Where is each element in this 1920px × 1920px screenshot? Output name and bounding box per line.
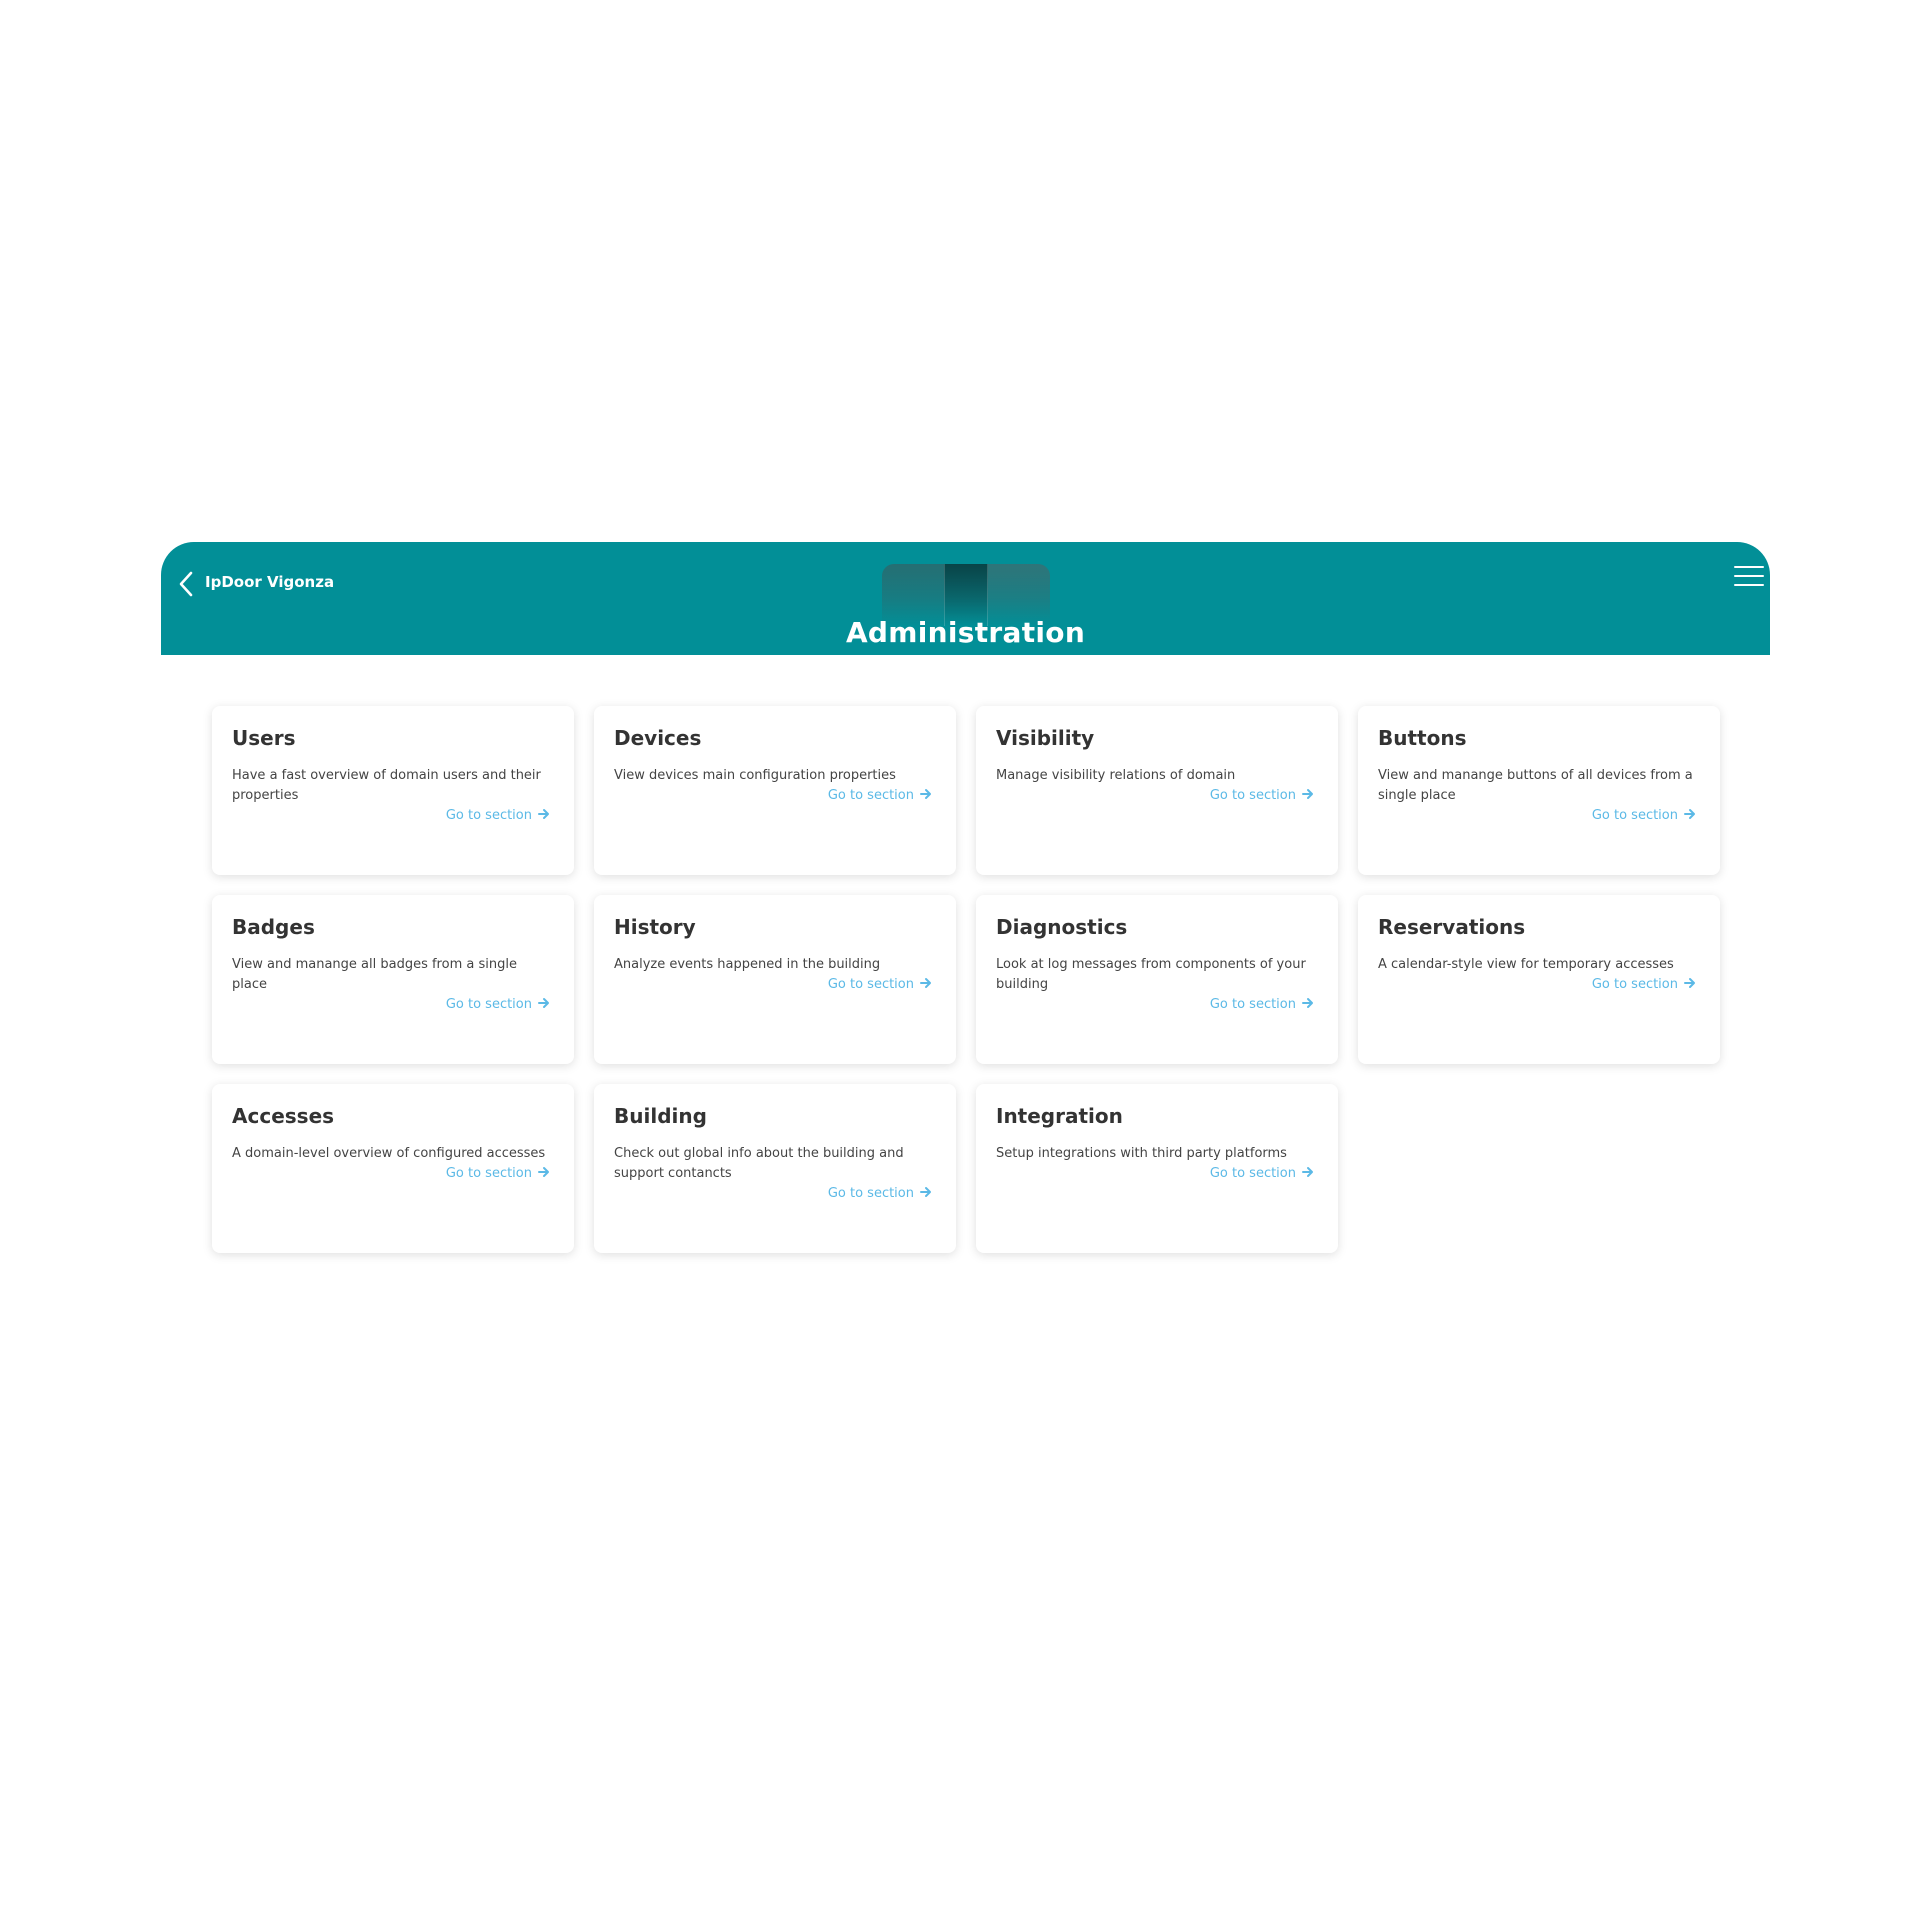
section-card-devices[interactable]: Devices View devices main configuration … [594,706,956,875]
card-description: Check out global info about the building… [614,1146,904,1181]
section-card-users[interactable]: Users Have a fast overview of domain use… [212,706,574,875]
go-to-section-link[interactable]: Go to section [232,1164,554,1184]
arrow-right-icon [538,998,549,1008]
go-to-section-link[interactable]: Go to section [232,995,554,1015]
section-card-history[interactable]: History Analyze events happened in the b… [594,895,956,1064]
card-description: View and manange all badges from a singl… [232,957,517,992]
card-title: Users [232,726,296,750]
arrow-right-icon [538,1167,549,1177]
site-name[interactable]: IpDoor Vigonza [205,570,334,594]
page-title: Administration [845,616,1086,649]
card-title: Integration [996,1104,1123,1128]
section-card-visibility[interactable]: Visibility Manage visibility relations o… [976,706,1338,875]
go-to-section-link[interactable]: Go to section [614,975,936,995]
go-to-section-link[interactable]: Go to section [1378,975,1700,995]
section-card-diagnostics[interactable]: Diagnostics Look at log messages from co… [976,895,1338,1064]
card-title: Accesses [232,1104,335,1128]
card-description: View and manange buttons of all devices … [1378,768,1693,803]
section-card-accesses[interactable]: Accesses A domain-level overview of conf… [212,1084,574,1253]
card-description: A domain-level overview of configured ac… [232,1146,546,1161]
section-card-reservations[interactable]: Reservations A calendar-style view for t… [1358,895,1720,1064]
card-title: Visibility [996,726,1095,750]
section-card-integration[interactable]: Integration Setup integrations with thir… [976,1084,1338,1253]
go-to-section-link[interactable]: Go to section [996,786,1318,806]
go-to-section-link[interactable]: Go to section [996,1164,1318,1184]
card-description: Have a fast overview of domain users and… [232,768,541,803]
card-title: Devices [614,726,702,750]
card-description: Setup integrations with third party plat… [996,1146,1287,1161]
go-to-section-link[interactable]: Go to section [1378,806,1700,826]
section-card-badges[interactable]: Badges View and manange all badges from … [212,895,574,1064]
app-window: IpDoor Vigonza Administration Users Have… [161,542,1770,1253]
card-title: History [614,915,696,939]
go-to-section-link[interactable]: Go to section [996,995,1318,1015]
go-to-section-link[interactable]: Go to section [614,1184,936,1204]
card-title: Building [614,1104,707,1128]
go-to-section-link[interactable]: Go to section [614,786,936,806]
hamburger-menu-icon [1734,566,1764,586]
header-bar: IpDoor Vigonza Administration [161,542,1770,655]
card-title: Buttons [1378,726,1467,750]
menu-button[interactable] [1734,565,1764,587]
card-description: A calendar-style view for temporary acce… [1378,957,1674,972]
arrow-right-icon [1684,978,1695,988]
arrow-right-icon [1302,1167,1313,1177]
card-title: Diagnostics [996,915,1128,939]
card-description: Analyze events happened in the building [614,957,881,972]
card-title: Badges [232,915,315,939]
arrow-right-icon [538,809,549,819]
card-title: Reservations [1378,915,1526,939]
back-button[interactable] [172,566,200,602]
card-description: View devices main configuration properti… [614,768,896,783]
arrow-right-icon [1302,998,1313,1008]
go-to-section-link[interactable]: Go to section [232,806,554,826]
arrow-right-icon [920,1187,931,1197]
arrow-right-icon [920,789,931,799]
card-description: Look at log messages from components of … [996,957,1306,992]
arrow-right-icon [920,978,931,988]
card-description: Manage visibility relations of domain [996,768,1236,783]
arrow-right-icon [1684,809,1695,819]
section-card-buttons[interactable]: Buttons View and manange buttons of all … [1358,706,1720,875]
arrow-right-icon [1302,789,1313,799]
section-card-building[interactable]: Building Check out global info about the… [594,1084,956,1253]
chevron-left-icon [179,571,193,597]
